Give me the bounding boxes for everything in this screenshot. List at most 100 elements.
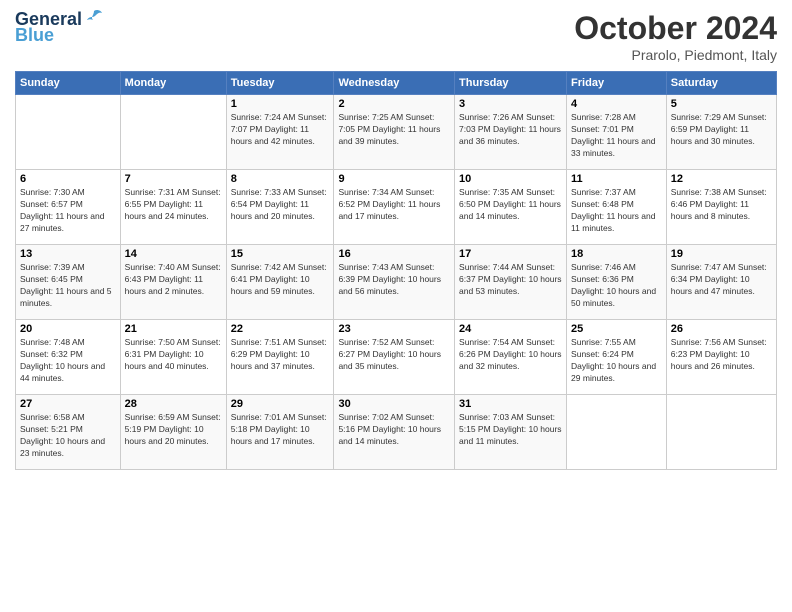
col-sunday: Sunday xyxy=(16,72,121,95)
day-number: 5 xyxy=(671,98,772,110)
day-number: 29 xyxy=(231,398,330,410)
day-info: Sunrise: 7:52 AM Sunset: 6:27 PM Dayligh… xyxy=(338,337,450,373)
day-info: Sunrise: 7:38 AM Sunset: 6:46 PM Dayligh… xyxy=(671,187,772,223)
cell-week1-day2: 1 Sunrise: 7:24 AM Sunset: 7:07 PM Daylig… xyxy=(226,95,334,170)
col-tuesday: Tuesday xyxy=(226,72,334,95)
header: General Blue October 2024 Prarolo, Piedm… xyxy=(15,10,777,63)
day-info: Sunrise: 7:40 AM Sunset: 6:43 PM Dayligh… xyxy=(125,262,222,298)
cell-week1-day6: 5 Sunrise: 7:29 AM Sunset: 6:59 PM Daylig… xyxy=(666,95,776,170)
day-number: 28 xyxy=(125,398,222,410)
day-info: Sunrise: 7:24 AM Sunset: 7:07 PM Dayligh… xyxy=(231,112,330,148)
day-info: Sunrise: 7:42 AM Sunset: 6:41 PM Dayligh… xyxy=(231,262,330,298)
logo: General Blue xyxy=(15,10,104,46)
cell-week5-day4: 31 Sunrise: 7:03 AM Sunset: 5:15 PM Dayli… xyxy=(455,395,567,470)
day-info: Sunrise: 7:28 AM Sunset: 7:01 PM Dayligh… xyxy=(571,112,662,160)
day-info: Sunrise: 7:30 AM Sunset: 6:57 PM Dayligh… xyxy=(20,187,116,235)
day-info: Sunrise: 6:58 AM Sunset: 5:21 PM Dayligh… xyxy=(20,412,116,460)
month-title: October 2024 xyxy=(574,10,777,47)
day-info: Sunrise: 7:35 AM Sunset: 6:50 PM Dayligh… xyxy=(459,187,562,223)
day-number: 1 xyxy=(231,98,330,110)
day-info: Sunrise: 7:03 AM Sunset: 5:15 PM Dayligh… xyxy=(459,412,562,448)
day-info: Sunrise: 7:39 AM Sunset: 6:45 PM Dayligh… xyxy=(20,262,116,310)
day-number: 24 xyxy=(459,323,562,335)
day-number: 16 xyxy=(338,248,450,260)
cell-week1-day1 xyxy=(120,95,226,170)
logo-bird-icon xyxy=(84,8,104,28)
day-number: 3 xyxy=(459,98,562,110)
day-info: Sunrise: 7:01 AM Sunset: 5:18 PM Dayligh… xyxy=(231,412,330,448)
week-row-3: 13 Sunrise: 7:39 AM Sunset: 6:45 PM Dayli… xyxy=(16,245,777,320)
day-number: 12 xyxy=(671,173,772,185)
day-number: 10 xyxy=(459,173,562,185)
day-info: Sunrise: 7:26 AM Sunset: 7:03 PM Dayligh… xyxy=(459,112,562,148)
cell-week5-day2: 29 Sunrise: 7:01 AM Sunset: 5:18 PM Dayli… xyxy=(226,395,334,470)
calendar-table: Sunday Monday Tuesday Wednesday Thursday… xyxy=(15,71,777,470)
day-number: 30 xyxy=(338,398,450,410)
location-subtitle: Prarolo, Piedmont, Italy xyxy=(574,47,777,63)
cell-week1-day5: 4 Sunrise: 7:28 AM Sunset: 7:01 PM Daylig… xyxy=(567,95,667,170)
cell-week1-day4: 3 Sunrise: 7:26 AM Sunset: 7:03 PM Daylig… xyxy=(455,95,567,170)
day-info: Sunrise: 7:29 AM Sunset: 6:59 PM Dayligh… xyxy=(671,112,772,148)
col-saturday: Saturday xyxy=(666,72,776,95)
day-info: Sunrise: 7:34 AM Sunset: 6:52 PM Dayligh… xyxy=(338,187,450,223)
day-number: 9 xyxy=(338,173,450,185)
day-number: 13 xyxy=(20,248,116,260)
day-number: 26 xyxy=(671,323,772,335)
cell-week3-day5: 18Sunrise: 7:46 AM Sunset: 6:36 PM Dayli… xyxy=(567,245,667,320)
cell-week3-day6: 19Sunrise: 7:47 AM Sunset: 6:34 PM Dayli… xyxy=(666,245,776,320)
cell-week2-day4: 10 Sunrise: 7:35 AM Sunset: 6:50 PM Dayli… xyxy=(455,170,567,245)
cell-week5-day5 xyxy=(567,395,667,470)
cell-week1-day3: 2Sunrise: 7:25 AM Sunset: 7:05 PM Daylig… xyxy=(334,95,455,170)
cell-week1-day0 xyxy=(16,95,121,170)
col-wednesday: Wednesday xyxy=(334,72,455,95)
day-info: Sunrise: 7:56 AM Sunset: 6:23 PM Dayligh… xyxy=(671,337,772,373)
day-number: 2 xyxy=(338,98,450,110)
title-block: October 2024 Prarolo, Piedmont, Italy xyxy=(574,10,777,63)
cell-week3-day0: 13 Sunrise: 7:39 AM Sunset: 6:45 PM Dayli… xyxy=(16,245,121,320)
day-number: 15 xyxy=(231,248,330,260)
day-number: 7 xyxy=(125,173,222,185)
day-number: 11 xyxy=(571,173,662,185)
cell-week2-day0: 6Sunrise: 7:30 AM Sunset: 6:57 PM Daylig… xyxy=(16,170,121,245)
cell-week3-day4: 17 Sunrise: 7:44 AM Sunset: 6:37 PM Dayli… xyxy=(455,245,567,320)
week-row-1: 1 Sunrise: 7:24 AM Sunset: 7:07 PM Daylig… xyxy=(16,95,777,170)
day-info: Sunrise: 7:31 AM Sunset: 6:55 PM Dayligh… xyxy=(125,187,222,223)
cell-week5-day1: 28 Sunrise: 6:59 AM Sunset: 5:19 PM Dayli… xyxy=(120,395,226,470)
cell-week3-day3: 16Sunrise: 7:43 AM Sunset: 6:39 PM Dayli… xyxy=(334,245,455,320)
header-row: Sunday Monday Tuesday Wednesday Thursday… xyxy=(16,72,777,95)
day-number: 4 xyxy=(571,98,662,110)
week-row-2: 6Sunrise: 7:30 AM Sunset: 6:57 PM Daylig… xyxy=(16,170,777,245)
col-monday: Monday xyxy=(120,72,226,95)
cell-week4-day2: 22 Sunrise: 7:51 AM Sunset: 6:29 PM Dayli… xyxy=(226,320,334,395)
col-friday: Friday xyxy=(567,72,667,95)
day-number: 17 xyxy=(459,248,562,260)
week-row-4: 20Sunrise: 7:48 AM Sunset: 6:32 PM Dayli… xyxy=(16,320,777,395)
page-container: General Blue October 2024 Prarolo, Piedm… xyxy=(0,0,792,475)
day-info: Sunrise: 7:33 AM Sunset: 6:54 PM Dayligh… xyxy=(231,187,330,223)
day-number: 22 xyxy=(231,323,330,335)
day-number: 21 xyxy=(125,323,222,335)
day-number: 20 xyxy=(20,323,116,335)
day-info: Sunrise: 7:51 AM Sunset: 6:29 PM Dayligh… xyxy=(231,337,330,373)
day-info: Sunrise: 6:59 AM Sunset: 5:19 PM Dayligh… xyxy=(125,412,222,448)
cell-week3-day1: 14 Sunrise: 7:40 AM Sunset: 6:43 PM Dayli… xyxy=(120,245,226,320)
cell-week4-day4: 24 Sunrise: 7:54 AM Sunset: 6:26 PM Dayli… xyxy=(455,320,567,395)
cell-week3-day2: 15 Sunrise: 7:42 AM Sunset: 6:41 PM Dayli… xyxy=(226,245,334,320)
day-info: Sunrise: 7:54 AM Sunset: 6:26 PM Dayligh… xyxy=(459,337,562,373)
cell-week2-day3: 9 Sunrise: 7:34 AM Sunset: 6:52 PM Daylig… xyxy=(334,170,455,245)
cell-week2-day5: 11Sunrise: 7:37 AM Sunset: 6:48 PM Dayli… xyxy=(567,170,667,245)
day-info: Sunrise: 7:44 AM Sunset: 6:37 PM Dayligh… xyxy=(459,262,562,298)
cell-week5-day6 xyxy=(666,395,776,470)
cell-week4-day6: 26 Sunrise: 7:56 AM Sunset: 6:23 PM Dayli… xyxy=(666,320,776,395)
day-number: 18 xyxy=(571,248,662,260)
cell-week5-day3: 30Sunrise: 7:02 AM Sunset: 5:16 PM Dayli… xyxy=(334,395,455,470)
day-info: Sunrise: 7:50 AM Sunset: 6:31 PM Dayligh… xyxy=(125,337,222,373)
cell-week4-day1: 21 Sunrise: 7:50 AM Sunset: 6:31 PM Dayli… xyxy=(120,320,226,395)
cell-week2-day1: 7 Sunrise: 7:31 AM Sunset: 6:55 PM Daylig… xyxy=(120,170,226,245)
day-number: 14 xyxy=(125,248,222,260)
logo-text-line2: Blue xyxy=(15,26,54,46)
cell-week2-day6: 12 Sunrise: 7:38 AM Sunset: 6:46 PM Dayli… xyxy=(666,170,776,245)
cell-week2-day2: 8Sunrise: 7:33 AM Sunset: 6:54 PM Daylig… xyxy=(226,170,334,245)
day-number: 19 xyxy=(671,248,772,260)
day-number: 31 xyxy=(459,398,562,410)
